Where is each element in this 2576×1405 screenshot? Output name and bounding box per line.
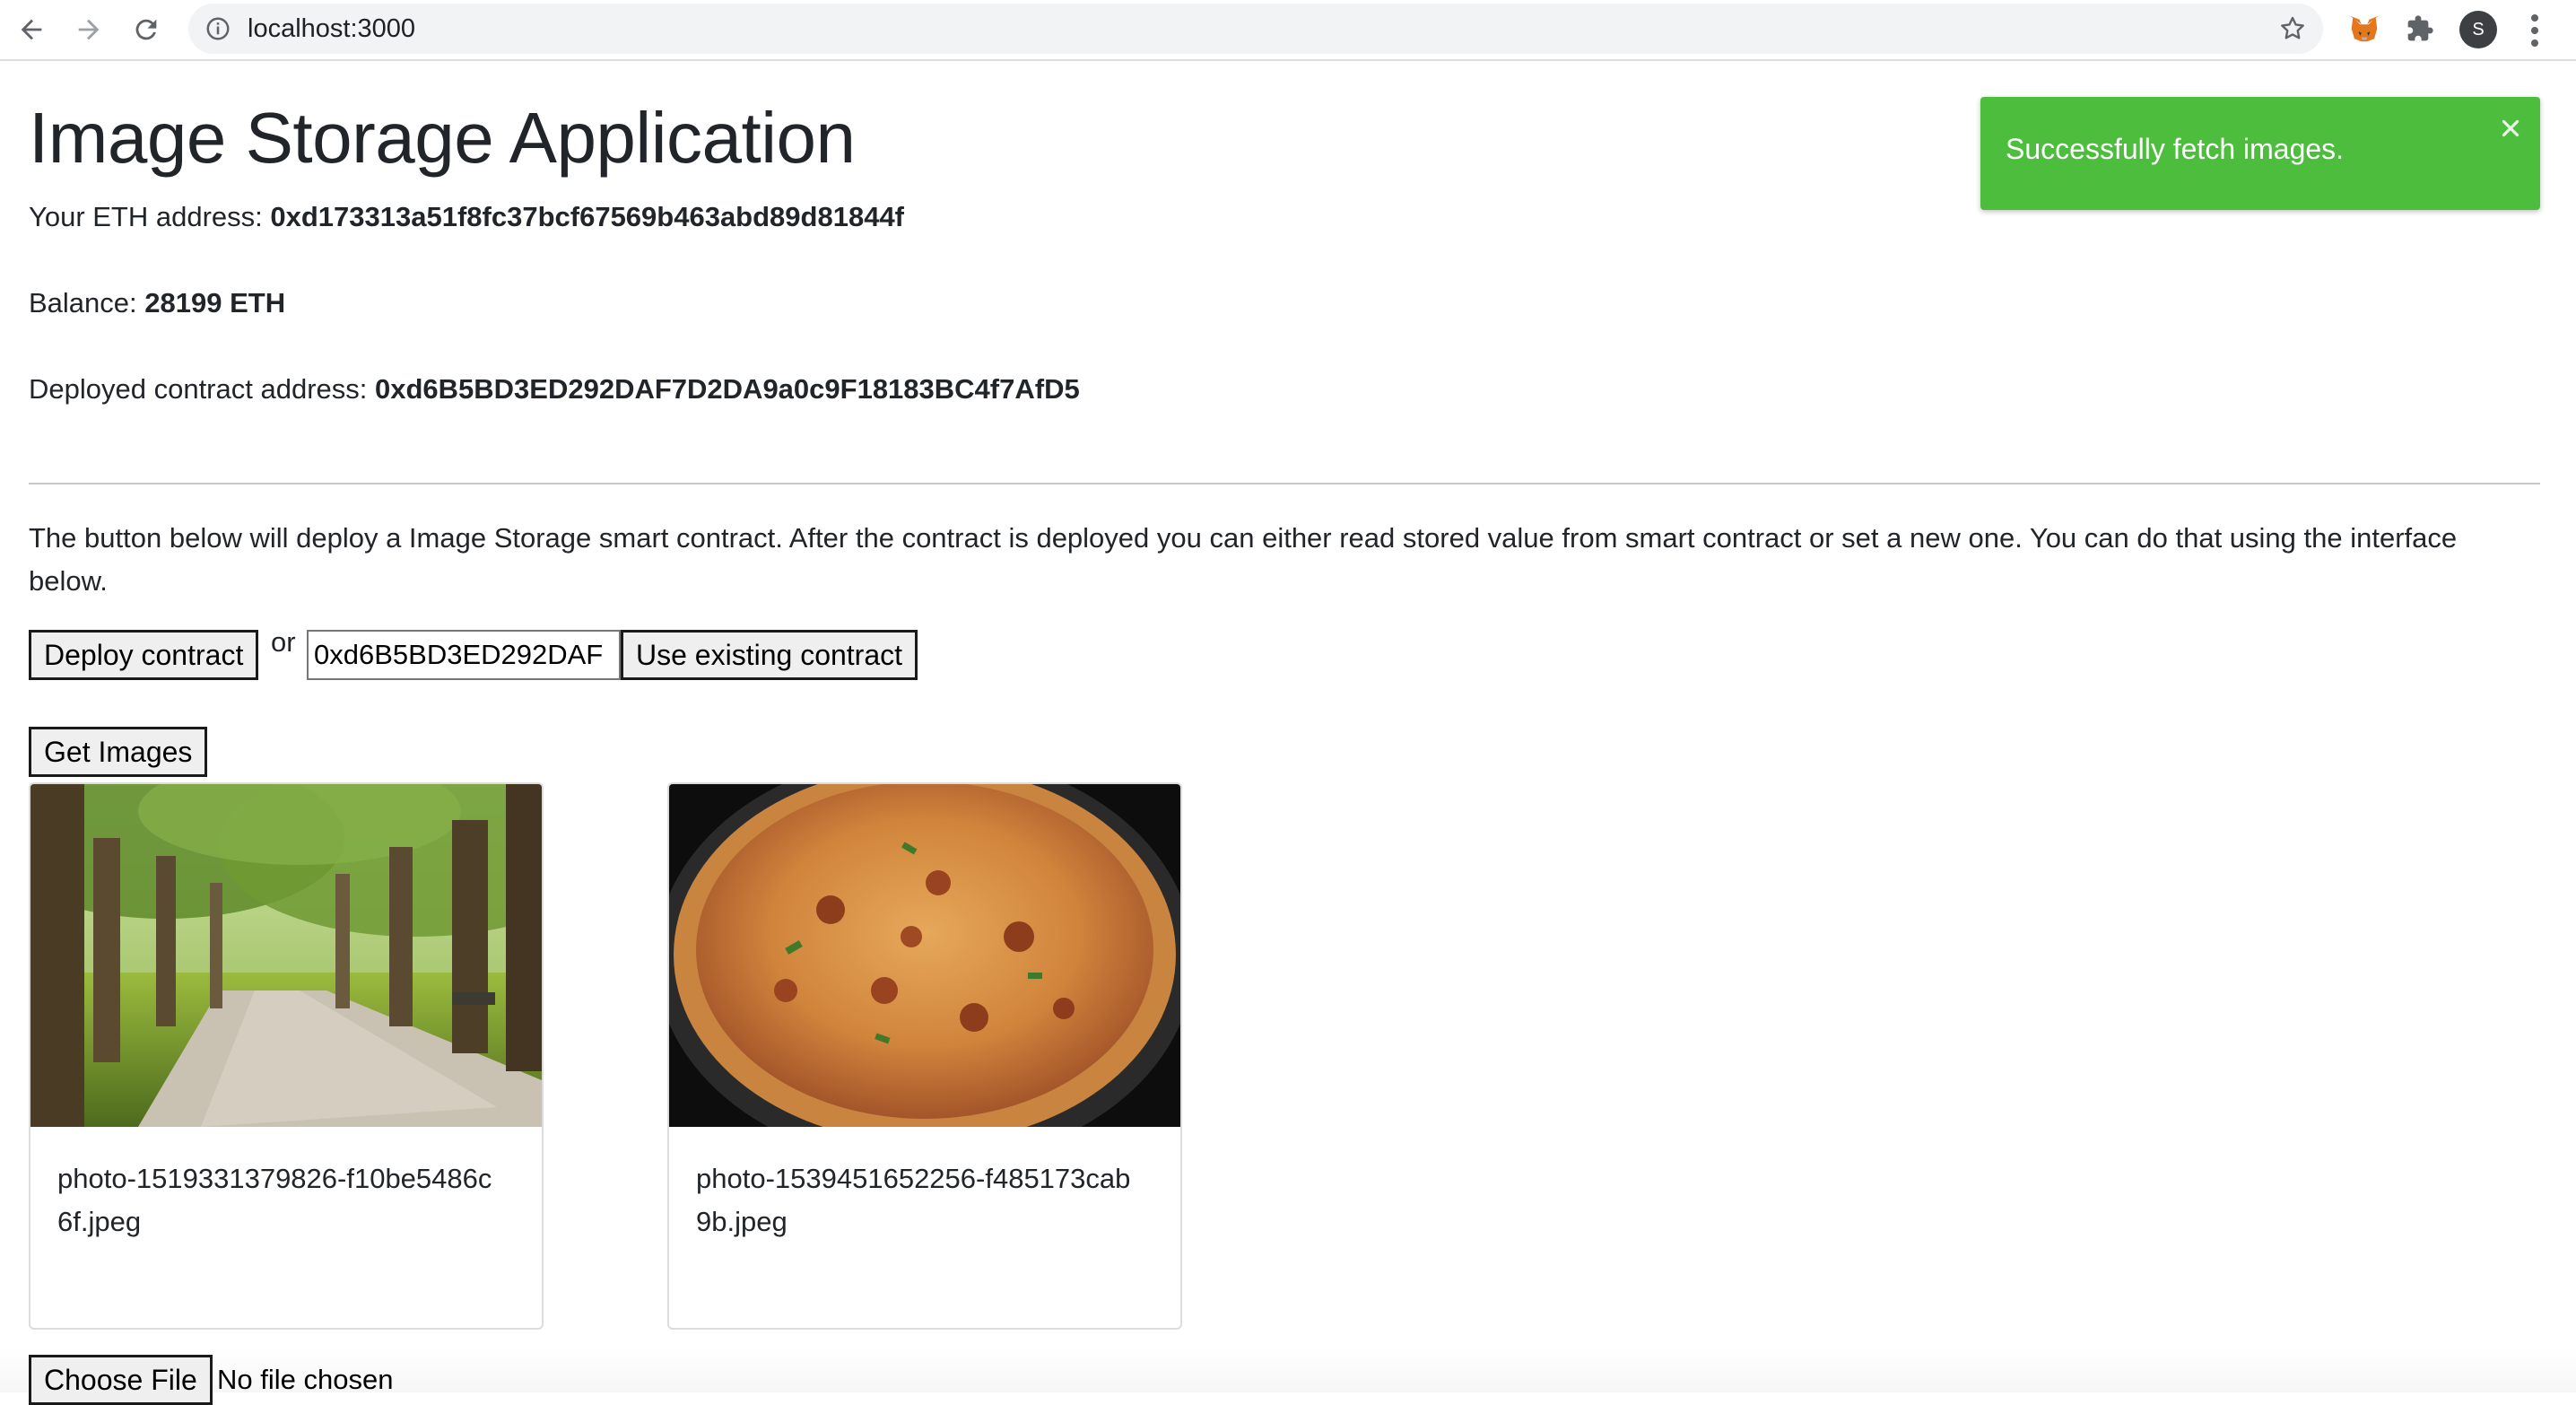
get-images-button[interactable]: Get Images [29,727,208,777]
use-existing-contract-button[interactable]: Use existing contract [621,630,918,680]
divider [29,483,2540,484]
page-title: Image Storage Application [29,98,856,178]
contract-label: Deployed contract address: [29,373,368,405]
profile-initial: S [2472,19,2485,39]
contract-address-input[interactable] [307,630,621,680]
close-icon[interactable] [2497,115,2524,142]
metamask-fox-icon[interactable] [2346,11,2382,47]
browser-toolbar: localhost:3000 S [0,0,2576,61]
eth-address-value: 0xd173313a51f8fc37bcf67569b463abd89d8184… [270,201,905,232]
or-text: or [271,626,296,658]
info-icon[interactable] [205,15,231,42]
puzzle-extension-icon[interactable] [2402,11,2438,47]
deploy-contract-button[interactable]: Deploy contract [29,630,259,680]
contract-address-value: 0xd6B5BD3ED292DAF7D2DA9a0c9F18183BC4f7Af… [375,373,1080,405]
url-text: localhost:3000 [248,14,416,43]
back-arrow-icon[interactable] [11,9,52,50]
reload-icon[interactable] [126,9,167,50]
balance-row: Balance: 28199 ETH [29,287,285,319]
image-filename: photo-1539451652256-f485173cab9b.jpeg [696,1163,1131,1237]
success-toast: Successfully fetch images. [1980,97,2540,210]
image-card: photo-1519331379826-f10be5486c6f.jpeg [29,782,544,1330]
eth-address-row: Your ETH address: 0xd173313a51f8fc37bcf6… [29,201,904,233]
contract-row: Deployed contract address: 0xd6B5BD3ED29… [29,373,1080,406]
eth-address-label: Your ETH address: [29,201,263,232]
forward-arrow-icon[interactable] [68,9,109,50]
image-card: photo-1539451652256-f485173cab9b.jpeg [667,782,1182,1330]
image-filename: photo-1519331379826-f10be5486c6f.jpeg [57,1163,492,1237]
balance-label: Balance: [29,287,137,319]
choose-file-button[interactable]: Choose File [29,1355,213,1405]
no-file-chosen-text: No file chosen [217,1364,394,1395]
toast-message: Successfully fetch images. [2006,133,2345,165]
page-content: Image Storage Application Your ETH addre… [0,61,2576,1405]
menu-kebab-icon[interactable] [2524,13,2546,48]
profile-avatar[interactable]: S [2459,11,2497,48]
address-bar[interactable]: localhost:3000 [188,4,2323,54]
description-text: The button below will deploy a Image Sto… [29,522,2458,597]
balance-value: 28199 ETH [144,287,286,319]
park-path-photo [30,784,542,1127]
pizza-photo [669,784,1180,1127]
star-icon[interactable] [2278,14,2307,43]
